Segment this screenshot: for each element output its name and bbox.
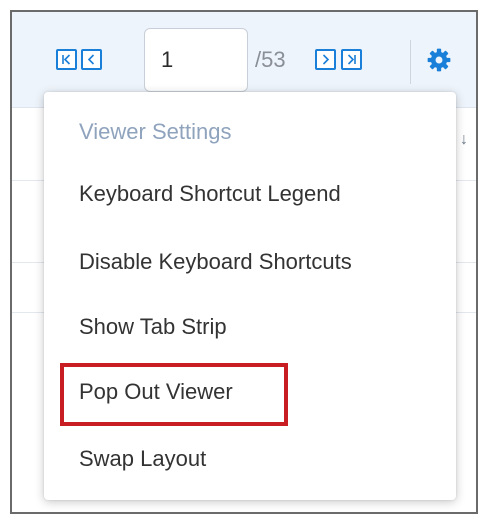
- next-page-button[interactable]: [315, 49, 336, 70]
- page-total-label: /53: [255, 47, 286, 72]
- menu-item-swap-layout[interactable]: Swap Layout: [44, 429, 456, 489]
- previous-page-button[interactable]: [81, 49, 102, 70]
- last-page-icon: [347, 54, 356, 65]
- viewer-window: /53: [10, 10, 478, 514]
- first-page-icon: [62, 54, 71, 65]
- menu-heading: Viewer Settings: [79, 119, 232, 144]
- first-page-button[interactable]: [56, 49, 77, 70]
- menu-item-keyboard-shortcut-legend[interactable]: Keyboard Shortcut Legend: [44, 164, 456, 224]
- previous-page-icon: [87, 54, 95, 65]
- toolbar-divider: [410, 40, 411, 84]
- background-chevron-icon: ↓: [460, 131, 468, 148]
- viewer-settings-menu: Viewer Settings Keyboard Shortcut Legend…: [44, 92, 456, 500]
- page-number-input[interactable]: [144, 28, 248, 92]
- next-page-icon: [322, 54, 330, 65]
- menu-item-show-tab-strip[interactable]: Show Tab Strip: [44, 297, 456, 357]
- highlight-box: [60, 363, 288, 426]
- menu-item-disable-keyboard-shortcuts[interactable]: Disable Keyboard Shortcuts: [44, 232, 456, 292]
- last-page-button[interactable]: [341, 49, 362, 70]
- gear-icon: [427, 48, 451, 72]
- settings-button[interactable]: [426, 47, 452, 73]
